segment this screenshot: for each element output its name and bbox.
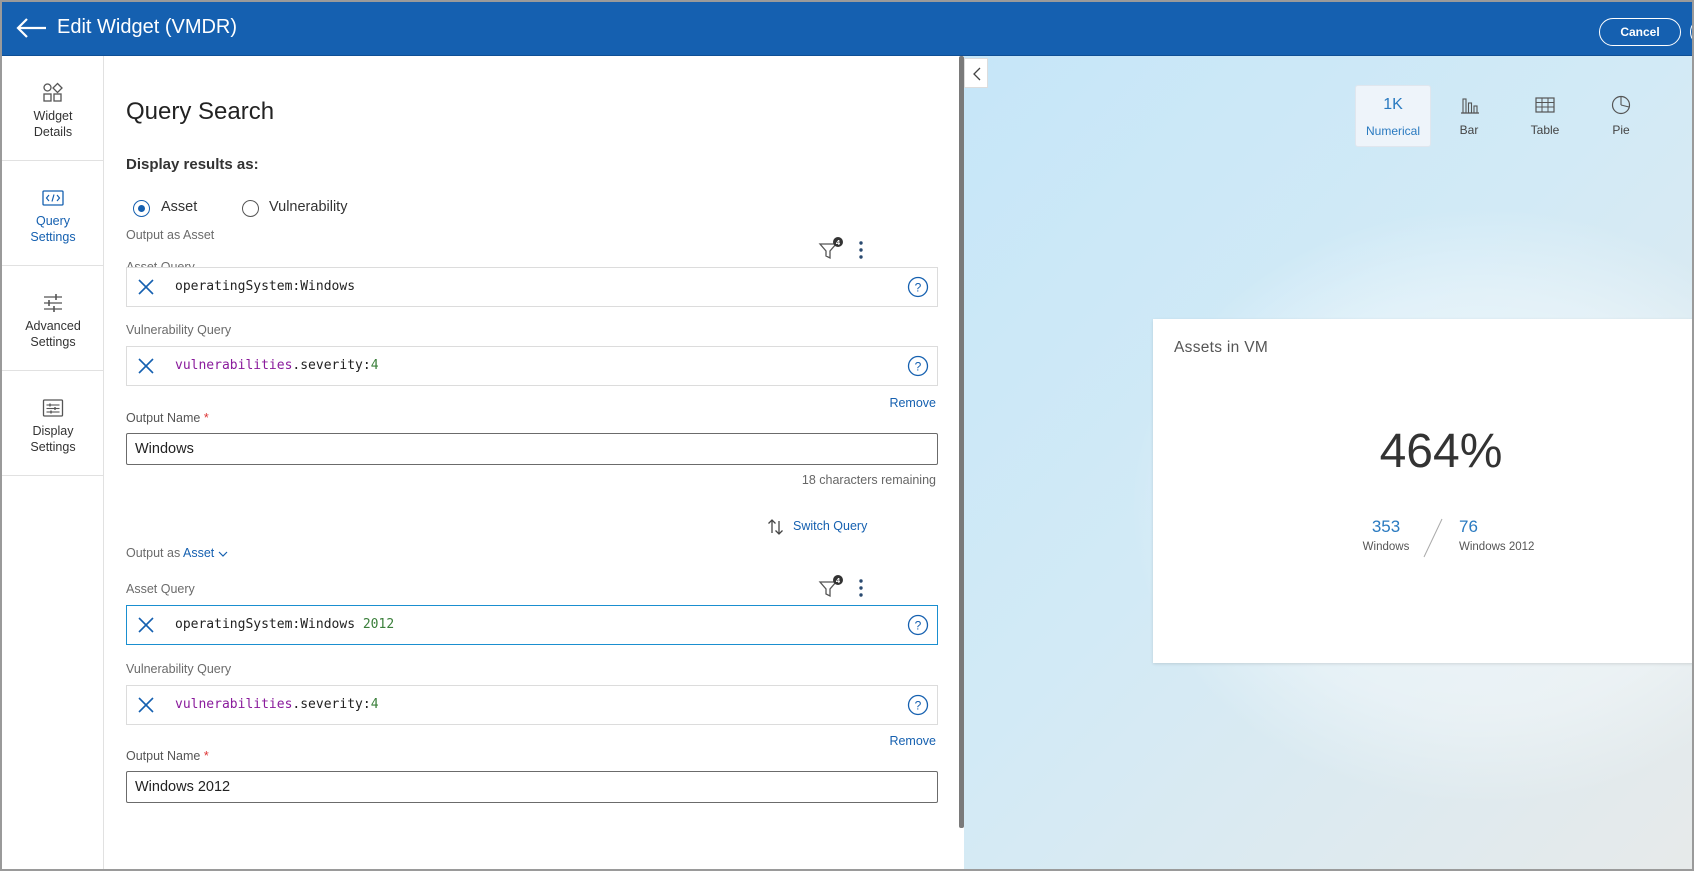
section-title: Query Search xyxy=(126,98,275,125)
swap-arrows-icon xyxy=(768,519,783,535)
denominator-label: Windows 2012 xyxy=(1459,541,1535,553)
code-icon xyxy=(42,190,64,206)
chart-type-table[interactable]: Table xyxy=(1507,85,1583,147)
output-as-label: Output as Asset xyxy=(126,546,228,560)
sidebar-item-label: Query xyxy=(35,214,71,228)
denominator-value: 76 xyxy=(1459,517,1478,536)
query-settings-panel: Query Search Display results as: Asset V… xyxy=(105,56,960,869)
chart-type-label: Numerical xyxy=(1365,124,1420,138)
page-title: Edit Widget (VMDR) xyxy=(57,16,238,38)
output-name-label: Output Name * xyxy=(126,411,209,425)
query-text[interactable]: vulnerabilities.severity:4 xyxy=(175,697,379,712)
filter-icon[interactable]: 4 xyxy=(818,236,846,262)
cancel-button[interactable]: Cancel xyxy=(1599,18,1681,46)
close-icon[interactable] xyxy=(135,614,157,636)
numerator-value: 353 xyxy=(1371,517,1401,536)
help-icon[interactable]: ? xyxy=(907,355,929,377)
divider-slash xyxy=(1423,518,1443,558)
characters-remaining: 18 characters remaining xyxy=(801,473,936,487)
overflow-button[interactable] xyxy=(1690,18,1692,46)
asset-query-input[interactable]: operatingSystem:Windows 2012 ? xyxy=(126,605,938,645)
help-icon[interactable]: ? xyxy=(907,614,929,636)
output-name-input[interactable] xyxy=(126,771,938,803)
filter-icon[interactable]: 4 xyxy=(818,574,846,600)
chevron-left-icon xyxy=(973,67,981,81)
remove-link[interactable]: Remove xyxy=(889,734,936,748)
remove-link[interactable]: Remove xyxy=(889,396,936,410)
chart-type-label: Pie xyxy=(1612,123,1630,137)
help-icon[interactable]: ? xyxy=(907,694,929,716)
more-options-icon[interactable] xyxy=(855,238,867,262)
vulnerability-query-input[interactable]: vulnerabilities.severity:4 ? xyxy=(126,346,938,386)
asset-radio[interactable] xyxy=(133,200,150,217)
chevron-down-icon[interactable] xyxy=(218,550,228,558)
svg-text:?: ? xyxy=(915,281,922,295)
output-as-value: Asset xyxy=(183,228,215,242)
output-name-input[interactable] xyxy=(126,433,938,465)
vulnerability-query-label: Vulnerability Query xyxy=(126,323,232,337)
chart-type-label: Bar xyxy=(1459,123,1479,137)
close-icon[interactable] xyxy=(135,355,157,377)
query-text[interactable]: vulnerabilities.severity:4 xyxy=(175,358,379,373)
table-icon xyxy=(1535,97,1555,113)
sidebar-item-label: Details xyxy=(33,125,73,139)
sidebar-item-label: Settings xyxy=(30,335,76,349)
widget-title: Assets in VM xyxy=(1174,339,1269,356)
query-text[interactable]: operatingSystem:Windows 2012 xyxy=(175,617,394,632)
switch-query-label: Switch Query xyxy=(793,519,868,533)
sliders-icon xyxy=(44,294,62,312)
chart-type-pie[interactable]: Pie xyxy=(1583,85,1659,147)
sidebar-item-label: Settings xyxy=(30,230,76,244)
svg-text:?: ? xyxy=(915,360,922,374)
more-options-icon[interactable] xyxy=(855,576,867,600)
vulnerability-query-input[interactable]: vulnerabilities.severity:4 ? xyxy=(126,685,938,725)
svg-text:?: ? xyxy=(915,619,922,633)
header-bar: Edit Widget (VMDR) Cancel xyxy=(2,2,1692,56)
back-arrow-icon[interactable] xyxy=(14,15,48,41)
widget-preview-card: Assets in VM 464% 353 Windows 76 Windows… xyxy=(1153,319,1692,663)
numerical-icon: 1K xyxy=(1383,96,1403,113)
chart-type-label: Table xyxy=(1530,123,1560,137)
sidebar-item-label: Display xyxy=(32,424,74,438)
widget-big-value: 464% xyxy=(1379,425,1503,478)
output-as-dropdown[interactable]: Asset xyxy=(183,546,214,560)
sidebar-item-advanced-settings[interactable]: Advanced Settings xyxy=(2,266,104,371)
sidebar-item-label: Settings xyxy=(30,440,76,454)
sidebar-item-widget-details[interactable]: Widget Details xyxy=(2,56,104,161)
help-icon[interactable]: ? xyxy=(907,276,929,298)
display-settings-icon xyxy=(42,399,64,417)
close-icon[interactable] xyxy=(135,276,157,298)
vulnerability-radio[interactable] xyxy=(242,200,259,217)
sidebar-item-label: Advanced xyxy=(25,319,81,333)
close-icon[interactable] xyxy=(135,694,157,716)
sidebar-item-display-settings[interactable]: Display Settings xyxy=(2,371,104,476)
pie-chart-icon xyxy=(1611,95,1631,115)
query-text[interactable]: operatingSystem:Windows xyxy=(175,279,355,294)
output-name-label: Output Name * xyxy=(126,749,209,763)
settings-sidebar: Widget Details Query Settings Advanced S… xyxy=(2,56,104,869)
chart-type-numerical[interactable]: 1K Numerical xyxy=(1355,85,1431,147)
app-window: Edit Widget (VMDR) Cancel Widget Details xyxy=(0,0,1694,871)
widget-shapes-icon xyxy=(43,82,63,102)
display-results-label: Display results as: xyxy=(126,156,259,173)
sidebar-item-label: Widget xyxy=(33,109,73,123)
asset-query-input[interactable]: operatingSystem:Windows ? xyxy=(126,267,938,307)
svg-text:?: ? xyxy=(915,699,922,713)
asset-radio-label[interactable]: Asset xyxy=(161,199,197,215)
vulnerability-radio-label[interactable]: Vulnerability xyxy=(269,199,347,215)
asset-query-label: Asset Query xyxy=(126,582,195,596)
output-as-label: Output as Asset xyxy=(126,228,215,242)
bar-chart-icon xyxy=(1461,98,1479,114)
collapse-panel-button[interactable] xyxy=(964,58,988,88)
chart-type-bar[interactable]: Bar xyxy=(1431,85,1507,147)
sidebar-item-query-settings[interactable]: Query Settings xyxy=(2,161,104,266)
vulnerability-query-label: Vulnerability Query xyxy=(126,662,232,676)
